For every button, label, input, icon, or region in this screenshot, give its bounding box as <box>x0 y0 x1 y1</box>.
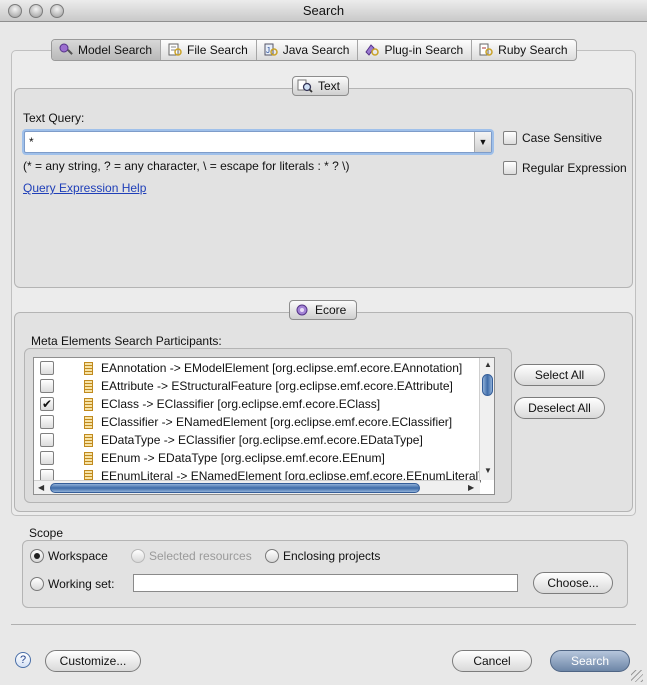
list-item-checkbox[interactable] <box>40 361 54 375</box>
working-set-option[interactable]: Working set: <box>30 577 114 591</box>
search-button[interactable]: Search <box>550 650 630 672</box>
eclass-icon <box>84 361 93 375</box>
java-search-icon: J <box>263 42 279 58</box>
enclosing-projects-radio[interactable] <box>265 549 279 563</box>
text-search-icon <box>297 78 313 94</box>
plugin-search-icon <box>364 42 380 58</box>
checkmark-icon: ✔ <box>41 397 53 411</box>
resize-grip-icon[interactable] <box>631 670 643 682</box>
footer-separator <box>11 624 636 625</box>
list-item[interactable]: EClassifier -> ENamedElement [org.eclips… <box>34 413 480 431</box>
list-item-label: EAttribute -> EStructuralFeature [org.ec… <box>101 379 453 393</box>
tab-label: Ruby Search <box>498 43 568 57</box>
scroll-right-icon[interactable]: ▶ <box>468 483 474 492</box>
query-expression-help-link[interactable]: Query Expression Help <box>23 181 146 195</box>
tab-java-search[interactable]: J Java Search <box>257 40 359 60</box>
list-item-checkbox[interactable]: ✔ <box>40 397 54 411</box>
eclass-icon <box>84 415 93 429</box>
list-item-checkbox[interactable] <box>40 433 54 447</box>
tab-label: File Search <box>187 43 248 57</box>
scroll-down-icon[interactable]: ▼ <box>484 466 492 475</box>
choose-working-set-button[interactable]: Choose... <box>533 572 613 594</box>
cancel-button[interactable]: Cancel <box>452 650 532 672</box>
tab-ruby-search[interactable]: Ruby Search <box>472 40 575 60</box>
list-item[interactable]: EEnum -> EDataType [org.eclipse.emf.ecor… <box>34 449 480 467</box>
scroll-left-icon[interactable]: ◀ <box>38 483 44 492</box>
list-item[interactable]: ✔ EClass -> EClassifier [org.eclipse.emf… <box>34 395 480 413</box>
help-icon[interactable]: ? <box>15 652 31 668</box>
model-search-icon <box>58 42 74 58</box>
regular-expression-option[interactable]: Regular Expression <box>503 161 627 175</box>
chevron-down-icon[interactable]: ▼ <box>474 132 491 152</box>
ecore-model-icon <box>294 302 310 318</box>
tab-label: Java Search <box>282 43 350 57</box>
scroll-up-icon[interactable]: ▲ <box>484 360 492 369</box>
text-query-value: * <box>29 135 34 149</box>
list-item-checkbox[interactable] <box>40 451 54 465</box>
list-item[interactable]: EAttribute -> EStructuralFeature [org.ec… <box>34 377 480 395</box>
list-item-checkbox[interactable] <box>40 379 54 393</box>
tab-file-search[interactable]: File Search <box>161 40 257 60</box>
tab-plugin-search[interactable]: Plug-in Search <box>358 40 473 60</box>
case-sensitive-checkbox[interactable] <box>503 131 517 145</box>
text-section-header: Text <box>292 76 350 96</box>
tab-label: Plug-in Search <box>384 43 464 57</box>
horizontal-scrollbar[interactable]: ◀ ▶ <box>34 480 480 494</box>
list-item[interactable]: EAnnotation -> EModelElement [org.eclips… <box>34 359 480 377</box>
tab-label: Model Search <box>78 43 153 57</box>
list-item-label: EAnnotation -> EModelElement [org.eclips… <box>101 361 463 375</box>
ecore-section-header: Ecore <box>289 300 358 320</box>
workspace-label: Workspace <box>48 549 108 563</box>
search-tabs: Model Search File Search J Java Search P… <box>51 39 577 61</box>
ruby-search-icon <box>478 42 494 58</box>
window-title: Search <box>302 3 345 18</box>
working-set-radio[interactable] <box>30 577 44 591</box>
title-bar: Search <box>0 0 647 22</box>
deselect-all-button[interactable]: Deselect All <box>514 397 605 419</box>
text-section-title: Text <box>318 79 341 93</box>
file-search-icon <box>167 42 183 58</box>
selected-resources-radio <box>131 549 145 563</box>
eclass-icon <box>84 379 93 393</box>
workspace-option[interactable]: Workspace <box>30 549 108 563</box>
ecore-section-title: Ecore <box>315 303 347 317</box>
meta-elements-list[interactable]: EAnnotation -> EModelElement [org.eclips… <box>33 357 495 495</box>
list-item[interactable]: EDataType -> EClassifier [org.eclipse.em… <box>34 431 480 449</box>
meta-elements-label: Meta Elements Search Participants: <box>31 334 222 348</box>
vertical-scrollbar[interactable]: ▲ ▼ <box>479 358 494 480</box>
case-sensitive-option[interactable]: Case Sensitive <box>503 131 602 145</box>
scope-label: Scope <box>29 526 64 540</box>
list-item-label: EClassifier -> ENamedElement [org.eclips… <box>101 415 453 429</box>
eclass-icon <box>84 433 93 447</box>
text-query-combobox[interactable]: * ▼ <box>24 131 492 153</box>
enclosing-projects-option[interactable]: Enclosing projects <box>265 549 380 563</box>
workspace-radio[interactable] <box>30 549 44 563</box>
vertical-scroll-thumb[interactable] <box>482 374 493 396</box>
svg-text:J: J <box>266 46 270 55</box>
enclosing-projects-label: Enclosing projects <box>283 549 381 563</box>
regular-expression-checkbox[interactable] <box>503 161 517 175</box>
eclass-icon <box>84 397 93 411</box>
tab-model-search[interactable]: Model Search <box>52 40 162 60</box>
working-set-label: Working set: <box>48 577 115 591</box>
text-query-label: Text Query: <box>23 111 85 125</box>
case-sensitive-label: Case Sensitive <box>522 131 603 145</box>
select-all-button[interactable]: Select All <box>514 364 605 386</box>
selected-resources-option: Selected resources <box>131 549 252 563</box>
customize-button[interactable]: Customize... <box>45 650 141 672</box>
list-item-label: EDataType -> EClassifier [org.eclipse.em… <box>101 433 423 447</box>
horizontal-scroll-thumb[interactable] <box>50 483 420 493</box>
list-item-label: EClass -> EClassifier [org.eclipse.emf.e… <box>101 397 381 411</box>
eclass-icon <box>84 451 93 465</box>
query-syntax-hint: (* = any string, ? = any character, \ = … <box>23 159 350 173</box>
regular-expression-label: Regular Expression <box>522 161 627 175</box>
list-item-checkbox[interactable] <box>40 415 54 429</box>
working-set-field[interactable] <box>133 574 518 592</box>
selected-resources-label: Selected resources <box>149 549 252 563</box>
list-item-label: EEnum -> EDataType [org.eclipse.emf.ecor… <box>101 451 385 465</box>
